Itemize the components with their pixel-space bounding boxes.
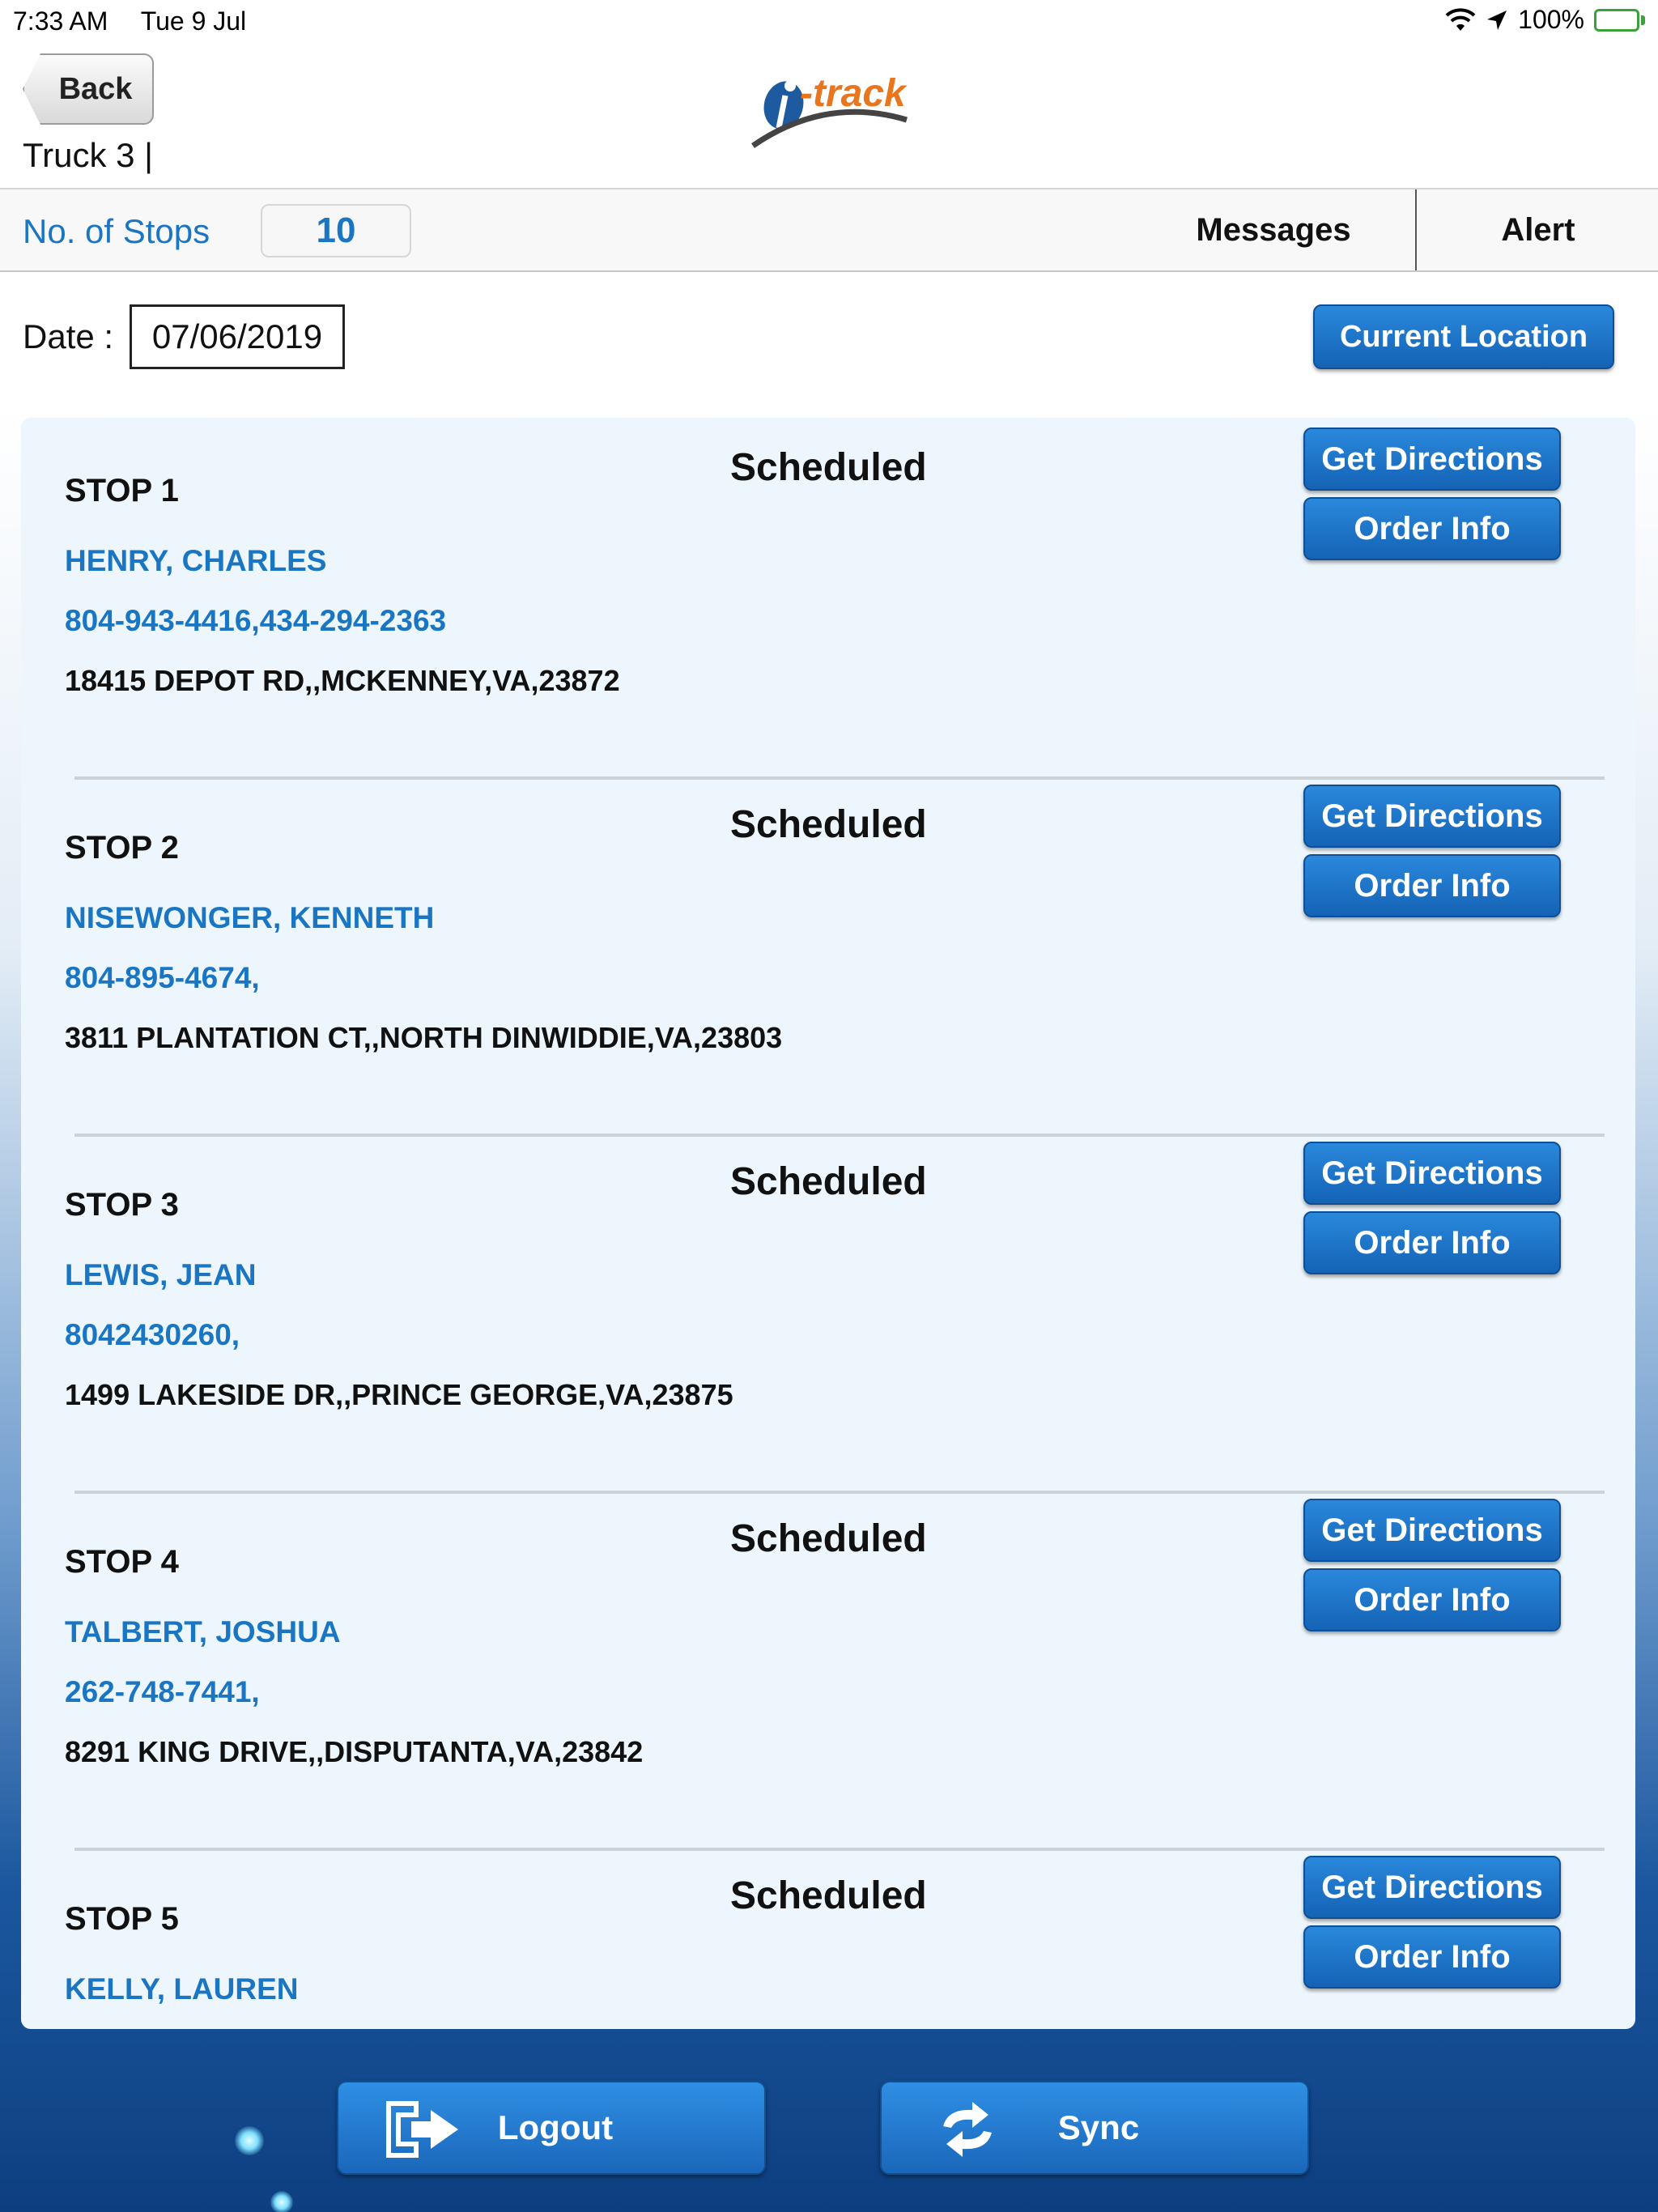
customer-name: TALBERT, JOSHUA	[65, 1615, 341, 1648]
stop-status: Scheduled	[730, 446, 927, 489]
bokeh-light	[270, 2191, 293, 2212]
current-location-button[interactable]: Current Location	[1313, 304, 1614, 369]
stop-status: Scheduled	[730, 1874, 927, 1917]
customer-address: 8291 KING DRIVE,,DISPUTANTA,VA,23842	[65, 1735, 644, 1768]
date-label: Date :	[23, 317, 114, 355]
customer-phone: 8042430260,	[65, 1318, 240, 1351]
order-info-button[interactable]: Order Info	[1303, 854, 1561, 917]
customer-address: 1499 LAKESIDE DR,,PRINCE GEORGE,VA,23875	[65, 1378, 733, 1411]
customer-phone: 262-748-7441,	[65, 1675, 260, 1708]
get-directions-button[interactable]: Get Directions	[1303, 1142, 1561, 1205]
stop-title: STOP 2	[65, 830, 179, 866]
status-bar: 7:33 AM Tue 9 Jul 100% ⚡	[0, 0, 1658, 42]
bokeh-light	[235, 2126, 264, 2155]
itrack-logo: -track	[745, 71, 915, 152]
logout-label: Logout	[497, 2108, 614, 2146]
order-info-button[interactable]: Order Info	[1303, 497, 1561, 560]
customer-name: LEWIS, JEAN	[65, 1258, 257, 1291]
status-time: 7:33 AM	[13, 6, 108, 36]
customer-phone: 804-895-4674,	[65, 961, 260, 994]
messages-tab[interactable]: Messages	[1132, 189, 1417, 270]
status-date: Tue 9 Jul	[140, 6, 247, 36]
stop-item: STOP 3 Scheduled LEWIS, JEAN 8042430260,…	[21, 1137, 1635, 1494]
stop-title: STOP 4	[65, 1544, 179, 1580]
status-left: 7:33 AM Tue 9 Jul	[13, 6, 272, 36]
stops-label: No. of Stops	[23, 212, 210, 250]
order-info-button[interactable]: Order Info	[1303, 1211, 1561, 1274]
customer-phone: 804-943-4416,434-294-2363	[65, 604, 447, 637]
battery-icon: ⚡	[1594, 8, 1645, 32]
stop-status: Scheduled	[730, 803, 927, 846]
stop-status: Scheduled	[730, 1517, 927, 1560]
order-info-button[interactable]: Order Info	[1303, 1925, 1561, 1989]
customer-name: HENRY, CHARLES	[65, 544, 327, 577]
logo-text: -track	[800, 72, 906, 115]
back-button[interactable]: Back	[23, 53, 154, 125]
customer-name: KELLY, LAUREN	[65, 1972, 299, 2006]
toolbar: No. of Stops 10 Messages Alert	[0, 188, 1658, 272]
stops-count: 10	[261, 204, 411, 257]
customer-name: NISEWONGER, KENNETH	[65, 901, 435, 934]
stop-title: STOP 1	[65, 473, 179, 508]
get-directions-button[interactable]: Get Directions	[1303, 785, 1561, 848]
get-directions-button[interactable]: Get Directions	[1303, 1856, 1561, 1919]
stop-item: STOP 5 Scheduled KELLY, LAUREN Get Direc…	[21, 1851, 1635, 2029]
alert-tab[interactable]: Alert	[1418, 189, 1658, 270]
logout-button[interactable]: Logout	[337, 2081, 766, 2175]
truck-label: Truck 3 |	[23, 136, 154, 174]
wifi-icon	[1445, 7, 1476, 31]
sync-label: Sync	[1057, 2108, 1140, 2146]
stop-title: STOP 3	[65, 1187, 179, 1223]
get-directions-button[interactable]: Get Directions	[1303, 428, 1561, 491]
stop-item: STOP 2 Scheduled NISEWONGER, KENNETH 804…	[21, 780, 1635, 1137]
stop-item: STOP 4 Scheduled TALBERT, JOSHUA 262-748…	[21, 1494, 1635, 1851]
stop-item: STOP 1 Scheduled HENRY, CHARLES 804-943-…	[21, 423, 1635, 780]
stop-status: Scheduled	[730, 1160, 927, 1203]
status-right: 100% ⚡	[1445, 5, 1645, 35]
date-field[interactable]: 07/06/2019	[130, 304, 345, 369]
stops-list[interactable]: STOP 1 Scheduled HENRY, CHARLES 804-943-…	[21, 418, 1635, 2029]
sync-button[interactable]: Sync	[880, 2081, 1309, 2175]
location-arrow-icon	[1487, 10, 1507, 30]
get-directions-button[interactable]: Get Directions	[1303, 1499, 1561, 1562]
stop-title: STOP 5	[65, 1901, 179, 1937]
battery-percent: 100%	[1518, 5, 1584, 34]
customer-address: 3811 PLANTATION CT,,NORTH DINWIDDIE,VA,2…	[65, 1021, 783, 1054]
order-info-button[interactable]: Order Info	[1303, 1568, 1561, 1631]
customer-address: 18415 DEPOT RD,,MCKENNEY,VA,23872	[65, 664, 620, 697]
